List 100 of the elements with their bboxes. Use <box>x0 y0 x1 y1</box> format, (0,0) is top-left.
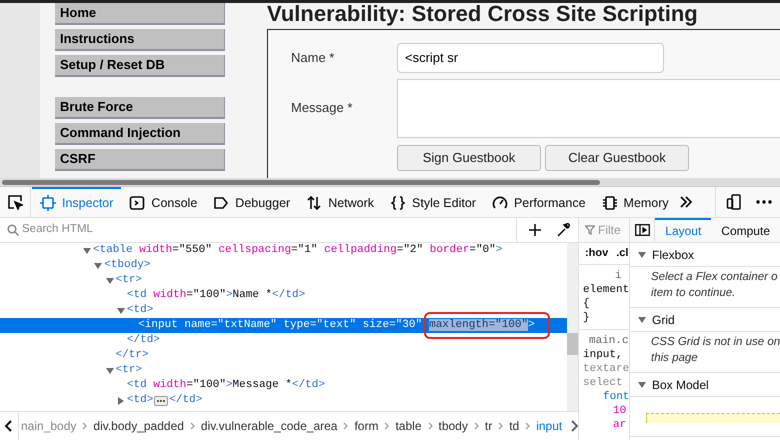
sidebar-item[interactable]: Setup / Reset DB <box>55 55 225 77</box>
devtools-tab[interactable]: Inspector <box>32 187 122 217</box>
markup-line[interactable]: </tr> <box>116 348 149 363</box>
sidebar-item[interactable]: CSRF <box>55 149 225 171</box>
toggle-icon[interactable] <box>106 366 114 374</box>
toggle-icon[interactable] <box>638 316 646 324</box>
scroll-right-icon[interactable] <box>570 420 578 432</box>
toggle-icon[interactable] <box>116 306 125 314</box>
rule-text: { <box>583 297 591 311</box>
chevron-icon <box>384 422 390 430</box>
devtools-tab[interactable]: Network <box>298 187 382 217</box>
markup-line-end: </td> <box>169 393 202 408</box>
hint-text: item to continue. <box>651 286 736 301</box>
selector-text: input, <box>583 348 624 362</box>
markup-line[interactable]: <td> <box>126 303 154 318</box>
toggle-icon[interactable] <box>94 262 102 270</box>
scroll-left-icon[interactable] <box>5 420 13 432</box>
toggle-icon[interactable] <box>638 250 646 258</box>
breadcrumb-item[interactable]: tbody <box>438 417 468 435</box>
devtools-tab[interactable]: Debugger <box>205 187 298 217</box>
hover-toggle[interactable]: :hov <box>585 245 608 262</box>
section-header[interactable]: Grid <box>630 308 780 331</box>
hint-text: this page <box>651 351 699 366</box>
hint-text: CSS Grid is not in use on <box>651 335 780 350</box>
eyedropper-icon[interactable] <box>557 223 571 237</box>
gauge-icon <box>492 195 508 211</box>
selector-text: textare <box>583 362 629 376</box>
toggle-icon[interactable] <box>116 396 125 404</box>
chevron-icon <box>343 422 348 430</box>
markup-line-end: > <box>528 318 535 333</box>
markup-line[interactable]: <td width="100">Message *</td> <box>126 378 325 393</box>
rule-text: } <box>583 311 591 325</box>
markup-line[interactable]: <tr> <box>116 363 142 378</box>
inspector-icon <box>40 195 56 211</box>
sidebar-item[interactable]: Home <box>55 3 225 25</box>
up-down-arrows-icon <box>306 195 322 211</box>
breadcrumb-item[interactable]: table <box>395 417 422 435</box>
name-label: Name * <box>291 49 336 68</box>
tag-shape-icon <box>213 195 230 211</box>
sidebar-tab[interactable]: Compute <box>711 218 780 242</box>
toggle-icon[interactable] <box>638 380 646 388</box>
double-chevron-icon[interactable] <box>678 195 693 209</box>
chevron-icon <box>82 422 88 430</box>
chevron-icon <box>498 422 504 430</box>
sidebar-toggle-icon[interactable] <box>634 224 650 236</box>
sidebar-item[interactable]: Command Injection <box>55 123 225 145</box>
selected-attribute[interactable]: maxlength="100" <box>429 319 528 331</box>
braces-icon <box>390 195 406 211</box>
breadcrumb-item[interactable]: div.vulnerable_code_area <box>200 417 338 435</box>
rule-text: element <box>583 283 629 297</box>
markup-line[interactable]: </td> <box>126 333 160 348</box>
selector-text: select <box>583 376 624 390</box>
breadcrumb-item[interactable]: td <box>509 417 520 435</box>
devtools-tab[interactable]: Console <box>121 187 206 217</box>
breadcrumb-item[interactable]: tr <box>484 417 492 435</box>
value-text: 10 <box>612 404 628 418</box>
devtools-tab[interactable]: Performance <box>484 187 594 217</box>
devtools-tab[interactable]: Style Editor <box>382 187 484 217</box>
chevron-icon <box>474 422 479 430</box>
chip-icon <box>602 195 618 211</box>
devtools-tab[interactable]: Memory <box>594 187 677 217</box>
ellipsis-icon[interactable] <box>154 396 168 406</box>
form-button[interactable]: Sign Guestbook <box>397 145 541 171</box>
chevron-icon <box>190 422 195 430</box>
toggle-icon[interactable] <box>83 246 91 254</box>
rule-text: i <box>614 269 623 283</box>
value-text: ar <box>612 418 628 432</box>
console-icon <box>129 195 146 211</box>
chevron-icon <box>525 422 530 430</box>
chevron-icon <box>428 422 432 430</box>
name-field[interactable]: <script sr <box>397 43 664 73</box>
message-field[interactable] <box>397 79 780 138</box>
markup-line[interactable]: <td width="100">Name *</td> <box>126 288 306 303</box>
filter-icon <box>585 225 595 235</box>
toggle-icon[interactable] <box>106 276 114 284</box>
breadcrumb-item[interactable]: input <box>536 417 562 435</box>
element-picker-icon[interactable] <box>7 194 23 210</box>
sidebar-tab[interactable]: Layout <box>655 218 712 242</box>
markup-line[interactable]: <tr> <box>116 273 142 288</box>
sidebar-item[interactable]: Brute Force <box>55 97 225 119</box>
sidebar-item[interactable]: Instructions <box>55 29 225 51</box>
markup-line[interactable]: <td> <box>126 393 154 408</box>
breadcrumb-item[interactable]: form <box>354 417 378 435</box>
breadcrumb-item[interactable]: nain_body <box>21 417 76 435</box>
form-button[interactable]: Clear Guestbook <box>545 145 689 171</box>
markup-line[interactable]: <input name="txtName" type="text" size="30" <box>138 318 422 333</box>
markup-line[interactable]: <tbody> <box>104 258 151 273</box>
stylesheet-link[interactable]: main.c <box>583 334 629 348</box>
class-toggle[interactable]: .cl <box>616 245 628 262</box>
message-label: Message * <box>291 99 354 118</box>
section-header[interactable]: Flexbox <box>630 243 780 266</box>
search-icon <box>7 224 19 236</box>
section-header[interactable]: Box Model <box>630 373 780 396</box>
breadcrumb-item[interactable]: div.body_padded <box>93 417 184 435</box>
property-text: font <box>602 390 629 404</box>
markup-line[interactable]: <table width="550" cellspacing="1" cellpadding="2" border="0"> <box>93 243 502 258</box>
hint-text: Select a Flex container o <box>651 270 779 285</box>
add-icon[interactable] <box>529 224 541 236</box>
responsive-mode-icon[interactable] <box>726 194 742 210</box>
more-options-icon[interactable] <box>756 200 772 204</box>
